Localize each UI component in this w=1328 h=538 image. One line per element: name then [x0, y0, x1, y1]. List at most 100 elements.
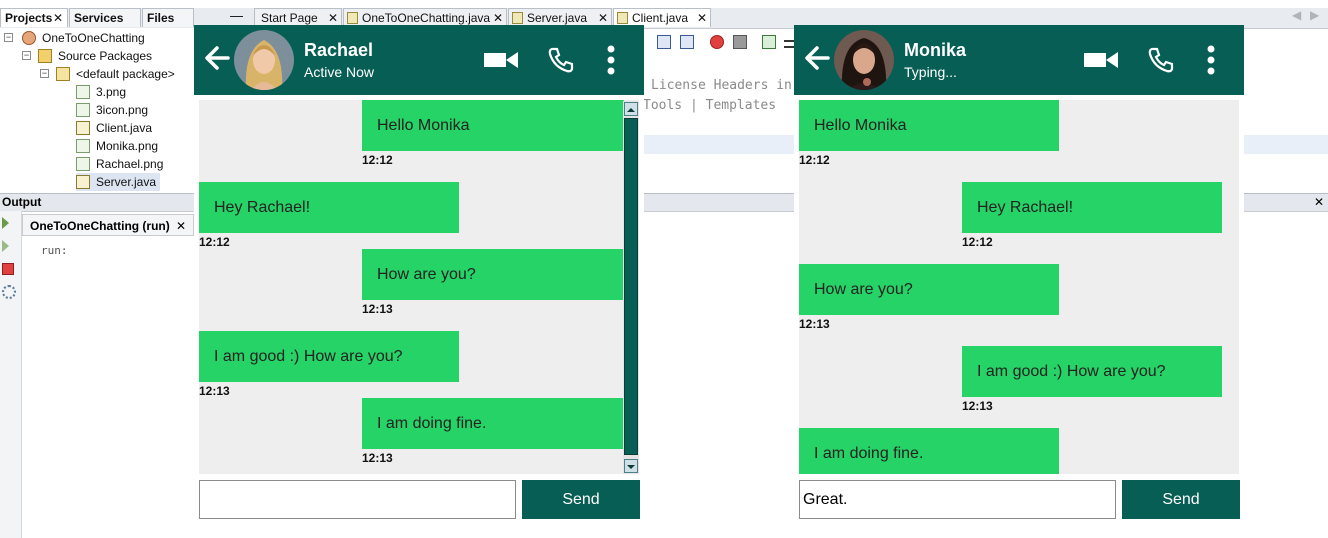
- tree-file[interactable]: Rachael.png: [76, 155, 163, 173]
- tree-label: 3.png: [96, 85, 127, 99]
- chat-window-rachael: Rachael Active Now Hello Monika 12:12 He…: [194, 25, 644, 519]
- message-time: 12:12: [362, 153, 393, 167]
- message-bubble-sent: How are you?: [362, 249, 624, 300]
- message-bubble-received: I am doing fine.: [799, 428, 1059, 474]
- shift-right-icon[interactable]: [680, 35, 694, 49]
- more-options-icon[interactable]: [606, 45, 616, 75]
- tab-scroll-left-icon[interactable]: ◀: [1292, 8, 1301, 22]
- message-bubble-received: How are you?: [799, 264, 1059, 315]
- message-bubble-sent: Hello Monika: [362, 100, 624, 151]
- video-call-icon[interactable]: [483, 50, 519, 70]
- tab-files[interactable]: Files: [142, 8, 194, 27]
- message-bubble-sent: I am good :) How are you?: [962, 346, 1222, 397]
- message-time: 12:13: [799, 317, 830, 331]
- phone-icon[interactable]: [547, 46, 575, 74]
- message-bubble-received: Hello Monika: [799, 100, 1059, 151]
- stop-icon[interactable]: [2, 263, 14, 275]
- message-bubble-sent: I am doing fine.: [362, 398, 624, 449]
- tab-projects-label: Projects: [5, 11, 53, 25]
- message-time: 12:12: [199, 235, 230, 249]
- tree-default-package[interactable]: <default package>: [56, 65, 175, 83]
- message-list: Hello Monika 12:12 Hey Rachael! 12:12 Ho…: [799, 100, 1239, 474]
- avatar[interactable]: [234, 30, 294, 90]
- tree-label: Rachael.png: [96, 157, 164, 171]
- editor-tab-label: Start Page: [261, 11, 318, 25]
- video-call-icon[interactable]: [1083, 50, 1119, 70]
- back-arrow-icon[interactable]: [202, 43, 232, 73]
- avatar[interactable]: [834, 30, 894, 90]
- output-title: Output: [2, 195, 42, 209]
- scroll-down-icon[interactable]: [624, 459, 638, 473]
- stop-macro-icon[interactable]: [733, 35, 747, 49]
- back-arrow-icon[interactable]: [802, 43, 832, 73]
- close-icon[interactable]: ✕: [1314, 194, 1324, 211]
- image-file-icon: [76, 103, 90, 117]
- record-macro-icon[interactable]: [710, 35, 724, 49]
- editor-tab-label: Server.java: [527, 11, 588, 25]
- phone-icon[interactable]: [1147, 46, 1175, 74]
- chat-window-monika: Monika Typing... Hello Monika 12:12 Hey …: [794, 25, 1244, 519]
- message-input[interactable]: [199, 480, 516, 519]
- tree-label: <default package>: [76, 67, 175, 81]
- project-icon: [22, 31, 36, 45]
- close-icon[interactable]: ✕: [176, 215, 186, 237]
- tree-label: OneToOneChatting: [42, 31, 145, 45]
- chat-header: Monika Typing...: [794, 25, 1244, 95]
- send-button[interactable]: Send: [1122, 480, 1240, 519]
- editor-tab-label: OneToOneChatting.java: [362, 11, 491, 25]
- java-file-icon: [617, 12, 628, 24]
- message-time: 12:13: [199, 384, 230, 398]
- collapse-icon[interactable]: −: [4, 33, 13, 42]
- tree-source-packages[interactable]: Source Packages: [38, 47, 152, 65]
- output-text: run:: [41, 244, 68, 257]
- java-file-icon: [347, 12, 358, 24]
- collapse-icon[interactable]: −: [40, 69, 49, 78]
- message-time: 12:13: [362, 302, 393, 316]
- tree-file[interactable]: Server.java: [76, 173, 161, 191]
- scrollbar-thumb[interactable]: [624, 118, 638, 455]
- message-time: 12:13: [362, 451, 393, 465]
- send-button[interactable]: Send: [522, 480, 640, 519]
- message-scrollbar[interactable]: [623, 101, 639, 474]
- rerun-icon[interactable]: [2, 217, 9, 229]
- code-line: License Headers in: [651, 78, 792, 93]
- close-icon[interactable]: ✕: [697, 9, 707, 28]
- tab-services[interactable]: Services: [69, 8, 141, 27]
- tab-projects[interactable]: Projects ✕: [0, 8, 68, 27]
- start-macro-icon[interactable]: [762, 35, 776, 49]
- image-file-icon: [76, 139, 90, 153]
- tree-file[interactable]: Monika.png: [76, 137, 158, 155]
- java-file-icon: [76, 121, 90, 135]
- output-tab[interactable]: OneToOneChatting (run) ✕: [22, 214, 194, 236]
- tab-scroll-right-icon[interactable]: ▶: [1310, 8, 1319, 22]
- tree-file[interactable]: 3.png: [76, 83, 126, 101]
- scroll-up-icon[interactable]: [624, 102, 638, 116]
- message-input[interactable]: [799, 480, 1116, 519]
- shift-left-icon[interactable]: [657, 35, 671, 49]
- output-sidebar: [0, 211, 22, 538]
- tab-services-label: Services: [74, 11, 124, 25]
- current-line-highlight: [643, 135, 794, 154]
- chat-header: Rachael Active Now: [194, 25, 644, 95]
- collapse-icon[interactable]: −: [22, 51, 31, 60]
- tree-file[interactable]: 3icon.png: [76, 101, 148, 119]
- settings-icon[interactable]: [2, 285, 16, 299]
- java-file-icon: [76, 175, 90, 189]
- source-packages-icon: [38, 49, 52, 63]
- message-time: 12:13: [962, 399, 993, 413]
- more-options-icon[interactable]: [1206, 45, 1216, 75]
- comment-icon[interactable]: [784, 40, 794, 48]
- tree-label: Server.java: [96, 175, 157, 189]
- tab-files-label: Files: [147, 11, 175, 25]
- editor-tab-label: Client.java: [632, 11, 689, 25]
- minimize-icon[interactable]: —: [230, 8, 243, 23]
- rerun-with-params-icon[interactable]: [2, 240, 9, 252]
- tree-file[interactable]: Client.java: [76, 119, 152, 137]
- message-bubble-sent: Hey Rachael!: [962, 182, 1222, 233]
- tree-project[interactable]: OneToOneChatting: [22, 29, 145, 47]
- contact-name: Monika: [904, 40, 967, 60]
- close-icon[interactable]: ✕: [53, 9, 63, 27]
- message-bubble-received: I am good :) How are you?: [199, 331, 459, 382]
- contact-name: Rachael: [304, 40, 374, 60]
- java-file-icon: [512, 12, 523, 24]
